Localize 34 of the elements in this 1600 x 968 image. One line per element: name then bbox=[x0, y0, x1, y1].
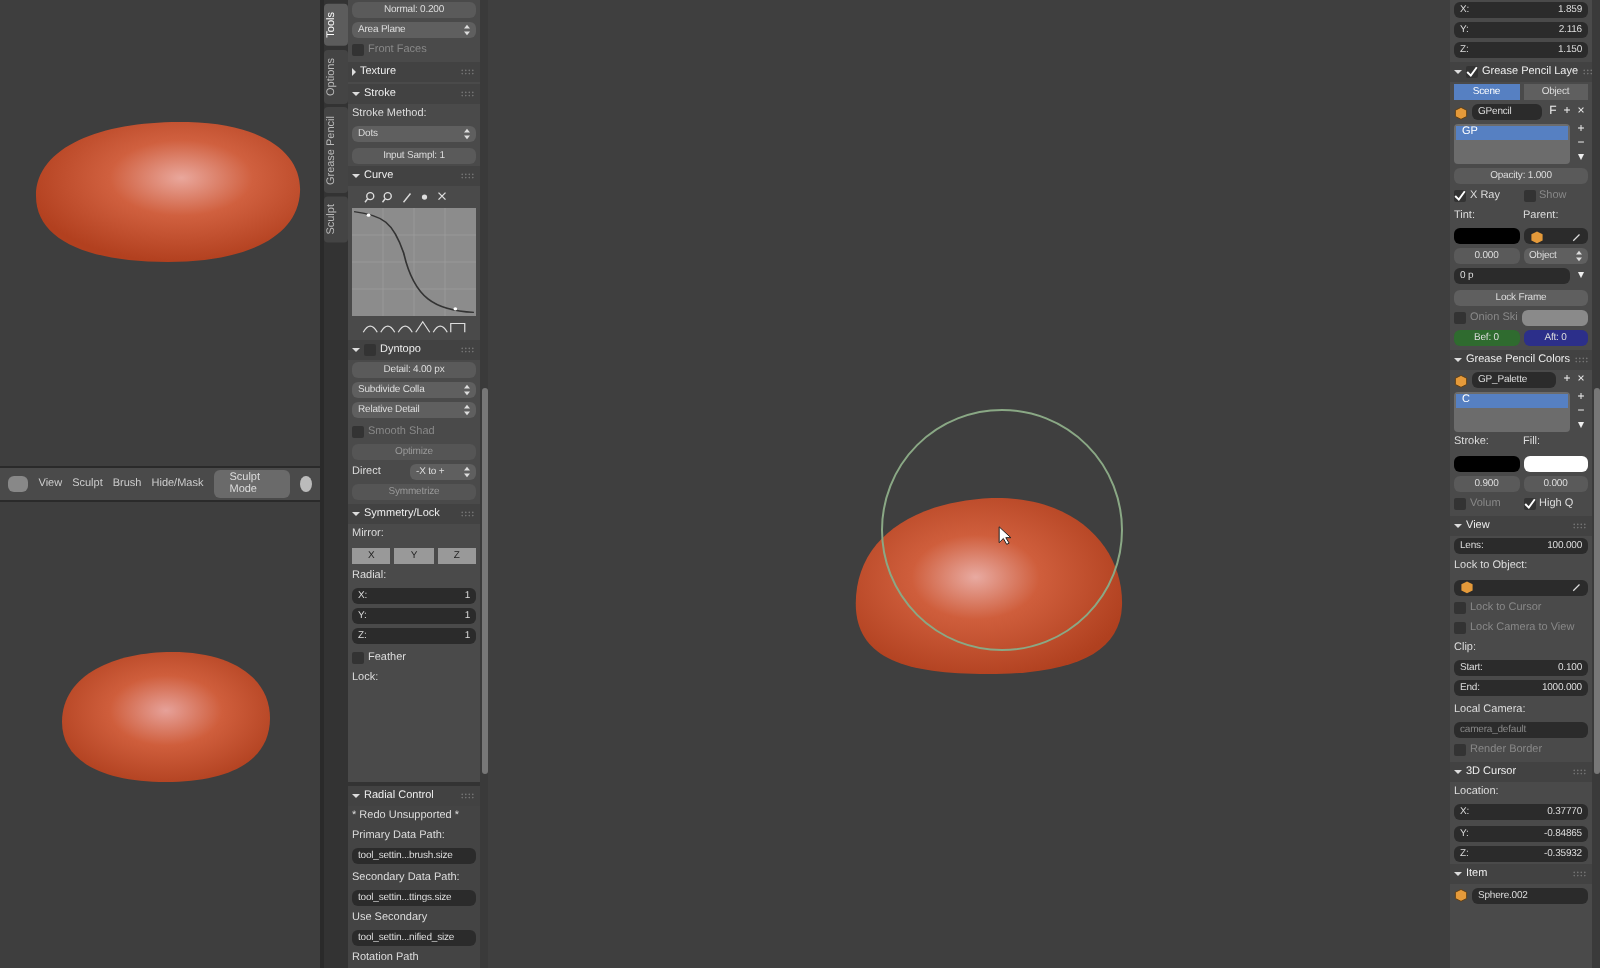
disclosure-triangle-icon[interactable] bbox=[1454, 357, 1462, 362]
disclosure-triangle-icon[interactable] bbox=[1454, 872, 1462, 877]
checkbox[interactable] bbox=[1454, 189, 1466, 202]
color-swatch[interactable] bbox=[1521, 309, 1588, 326]
disclosure-triangle-icon[interactable] bbox=[1454, 769, 1462, 774]
eyedropper-icon[interactable] bbox=[1572, 582, 1582, 593]
disclosure-triangle-icon[interactable] bbox=[352, 91, 360, 96]
checkbox[interactable] bbox=[1466, 65, 1478, 78]
eyedropper-icon[interactable] bbox=[1572, 231, 1582, 242]
updown-arrows-icon bbox=[464, 128, 470, 141]
object-icon bbox=[1454, 373, 1468, 388]
checkbox[interactable] bbox=[1523, 497, 1535, 510]
scrollbar[interactable] bbox=[480, 0, 488, 968]
updown-arrows-icon bbox=[464, 404, 470, 417]
updown-arrows-icon bbox=[464, 23, 470, 36]
object-field[interactable] bbox=[1523, 228, 1588, 245]
updown-arrows-icon bbox=[464, 466, 470, 479]
color-swatch[interactable] bbox=[1454, 455, 1519, 472]
falloff-curve-drawing[interactable] bbox=[352, 208, 476, 317]
object-icon bbox=[1460, 580, 1474, 595]
object-field[interactable] bbox=[1454, 579, 1588, 596]
scrollbar[interactable] bbox=[1592, 0, 1600, 968]
disclosure-triangle-icon[interactable] bbox=[352, 511, 360, 516]
updown-arrows-icon bbox=[1576, 250, 1582, 263]
disclosure-triangle-icon[interactable] bbox=[1454, 69, 1462, 74]
object-icon bbox=[1454, 888, 1468, 903]
disclosure-triangle-icon[interactable] bbox=[1454, 523, 1462, 528]
color-swatch[interactable] bbox=[1523, 455, 1588, 472]
disclosure-triangle-icon[interactable] bbox=[352, 174, 360, 179]
object-icon bbox=[1529, 229, 1543, 244]
updown-arrows-icon bbox=[464, 384, 470, 397]
object-icon bbox=[1454, 105, 1468, 120]
mouse-cursor-icon bbox=[998, 526, 1012, 546]
color-swatch[interactable] bbox=[1454, 228, 1519, 245]
